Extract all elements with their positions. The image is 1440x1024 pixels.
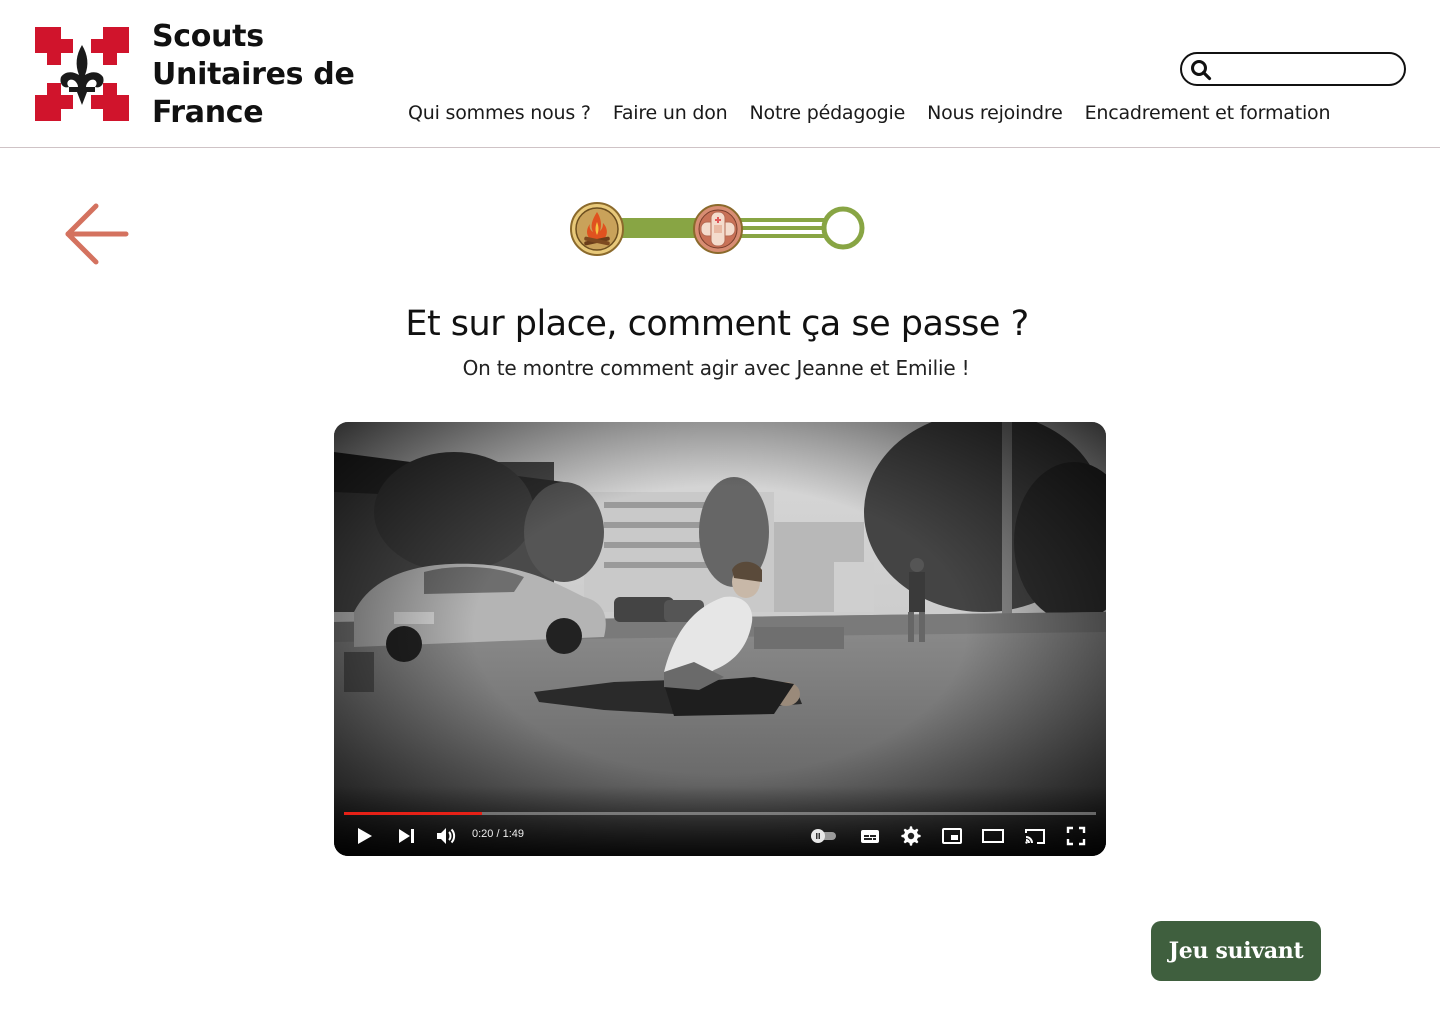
video-seek-bar[interactable] <box>344 812 1096 815</box>
volume-icon[interactable] <box>434 824 458 848</box>
settings-gear-icon[interactable] <box>899 824 923 848</box>
brand-name[interactable]: Scouts Unitaires de France <box>152 18 355 132</box>
video-controls: 0:20 / 1:49 <box>334 822 1106 850</box>
subtitles-icon[interactable] <box>858 824 882 848</box>
site-header: Scouts Unitaires de France Qui sommes no… <box>0 0 1440 148</box>
next-game-button[interactable]: Jeu suivant <box>1151 921 1321 981</box>
empty-circle-icon <box>821 206 865 250</box>
brand-line-3: France <box>152 95 264 130</box>
search-input[interactable] <box>1218 57 1398 81</box>
scout-cross-fleur-de-lis-icon[interactable] <box>33 25 131 123</box>
nav-qui-sommes-nous[interactable]: Qui sommes nous ? <box>408 102 591 124</box>
brand-line-1: Scouts <box>152 19 264 54</box>
bandage-icon[interactable] <box>693 204 743 254</box>
page-title: Et sur place, comment ça se passe ? <box>405 304 1029 344</box>
progress-bar-completed <box>620 218 700 238</box>
step-progress-tracker <box>570 202 865 256</box>
play-icon[interactable] <box>352 824 376 848</box>
arrow-left-icon[interactable] <box>60 198 132 270</box>
next-icon[interactable] <box>394 824 418 848</box>
page-subtitle: On te montre comment agir avec Jeanne et… <box>462 356 970 380</box>
autoplay-toggle-icon[interactable] <box>808 824 840 848</box>
theater-mode-icon[interactable] <box>981 824 1005 848</box>
nav-nous-rejoindre[interactable]: Nous rejoindre <box>927 102 1063 124</box>
search-icon[interactable] <box>1190 59 1212 81</box>
search-box[interactable] <box>1180 52 1406 86</box>
miniplayer-icon[interactable] <box>940 824 964 848</box>
nav-encadrement-formation[interactable]: Encadrement et formation <box>1085 102 1331 124</box>
video-seek-played <box>344 812 482 815</box>
video-time: 0:20 / 1:49 <box>472 828 524 840</box>
nav-faire-un-don[interactable]: Faire un don <box>613 102 728 124</box>
cast-icon[interactable] <box>1023 824 1047 848</box>
nav-notre-pedagogie[interactable]: Notre pédagogie <box>750 102 906 124</box>
main-nav: Qui sommes nous ? Faire un don Notre péd… <box>408 102 1331 124</box>
fullscreen-icon[interactable] <box>1064 824 1088 848</box>
video-player[interactable]: 0:20 / 1:49 <box>334 422 1106 856</box>
campfire-icon[interactable] <box>570 202 624 256</box>
brand-line-2: Unitaires de <box>152 57 355 92</box>
